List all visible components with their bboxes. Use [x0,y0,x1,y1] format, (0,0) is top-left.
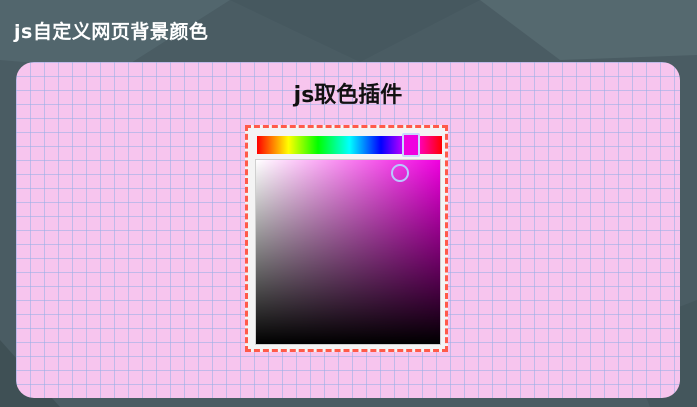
page-title: js自定义网页背景颜色 [14,21,209,43]
color-picker [245,125,448,352]
hue-slider[interactable] [257,133,442,157]
saturation-brightness-area[interactable] [255,159,441,345]
content-panel: js取色插件 [16,62,680,398]
panel-title: js取色插件 [293,83,403,108]
color-selector-handle[interactable] [391,164,409,182]
hue-slider-handle[interactable] [402,133,420,157]
